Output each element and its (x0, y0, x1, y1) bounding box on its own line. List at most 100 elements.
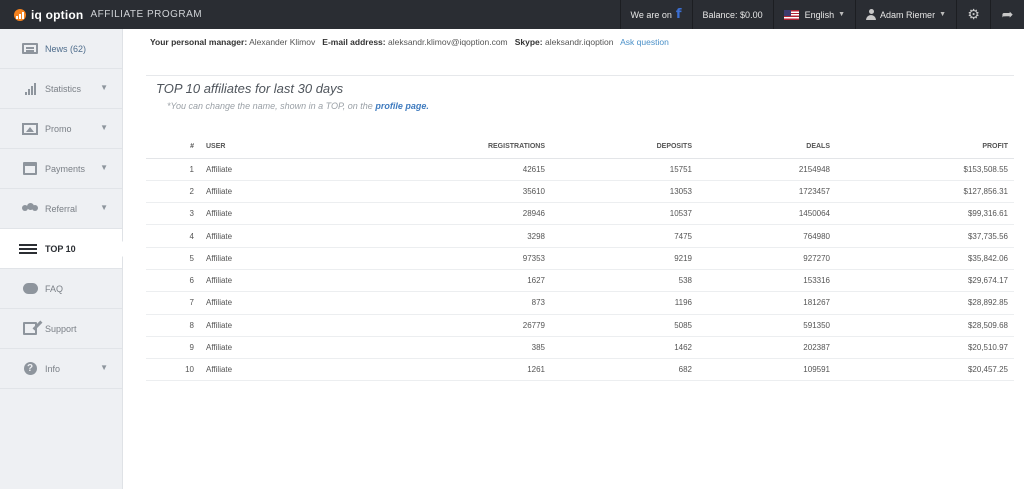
cell-deals: 181267 (692, 291, 830, 315)
logo-subtitle: AFFILIATE PROGRAM (90, 9, 203, 20)
cell-deposits: 5085 (545, 314, 692, 337)
cell-rank: 9 (146, 336, 206, 360)
cell-rank: 1 (146, 158, 206, 181)
divider (146, 75, 1014, 76)
cell-deposits: 13053 (545, 180, 692, 204)
cell-profit: $35,842.06 (830, 247, 1014, 270)
cell-registrations: 3298 (346, 224, 545, 248)
sidebar-item-label: Referral (45, 203, 78, 214)
calendar-icon (22, 162, 38, 176)
col-header-deals: DEALS (692, 136, 830, 159)
cell-user: Affiliate (206, 180, 346, 204)
gear-icon: ⚙ (967, 6, 980, 22)
cell-registrations: 385 (346, 336, 545, 360)
cell-rank: 8 (146, 314, 206, 337)
cell-registrations: 1627 (346, 269, 545, 293)
table-row: 9 Affiliate 385 1462 202387 $20,510.97 (146, 336, 1014, 360)
email-value[interactable]: aleksandr.klimov@iqoption.com (388, 37, 508, 47)
top-bar: iq option AFFILIATE PROGRAM We are on f … (0, 0, 1024, 29)
table-row: 1 Affiliate 42615 15751 2154948 $153,508.55 (146, 158, 1014, 181)
facebook-icon[interactable]: f (676, 7, 682, 22)
cell-profit: $153,508.55 (830, 158, 1014, 181)
sidebar-item-referral[interactable]: Referral ▼ (0, 189, 122, 229)
col-header-profit: PROFIT (830, 136, 1014, 159)
name-change-note: *You can change the name, shown in a TOP… (167, 101, 429, 111)
language-selector[interactable]: English ▼ (772, 0, 855, 29)
cell-deals: 764980 (692, 224, 830, 248)
sidebar-item-label: News (62) (45, 43, 87, 54)
cell-registrations: 1261 (346, 358, 545, 382)
cell-profit: $28,892.85 (830, 291, 1014, 315)
cell-registrations: 28946 (346, 202, 545, 226)
cell-deals: 2154948 (692, 158, 830, 181)
cell-deals: 927270 (692, 247, 830, 270)
list-icon (22, 242, 38, 256)
sidebar-item-statistics[interactable]: Statistics ▼ (0, 69, 122, 109)
share-button[interactable]: ➦ (990, 0, 1024, 29)
help-icon: ? (22, 362, 38, 376)
logo[interactable]: iq option AFFILIATE PROGRAM (0, 0, 202, 29)
chevron-down-icon: ▼ (100, 83, 108, 92)
we-are-on-label: We are on (630, 9, 672, 20)
bar-chart-icon (22, 82, 38, 96)
table-row: 5 Affiliate 97353 9219 927270 $35,842.06 (146, 247, 1014, 270)
balance-display: Balance: $0.00 (691, 0, 773, 29)
table-row: 3 Affiliate 28946 10537 1450064 $99,316.61 (146, 202, 1014, 226)
email-label: E-mail address: (322, 37, 386, 47)
sidebar-item-payments[interactable]: Payments ▼ (0, 149, 122, 189)
chevron-down-icon: ▼ (100, 123, 108, 132)
cell-profit: $99,316.61 (830, 202, 1014, 226)
cell-user: Affiliate (206, 224, 346, 248)
cell-user: Affiliate (206, 291, 346, 315)
table-row: 6 Affiliate 1627 538 153316 $29,674.17 (146, 269, 1014, 293)
edit-icon (22, 322, 38, 336)
sidebar-item-label: Statistics (45, 83, 82, 94)
cell-user: Affiliate (206, 202, 346, 226)
cell-profit: $20,510.97 (830, 336, 1014, 360)
note-text: *You can change the name, shown in a TOP… (167, 101, 373, 111)
cell-deals: 591350 (692, 314, 830, 337)
cell-deals: 202387 (692, 336, 830, 360)
table-row: 2 Affiliate 35610 13053 1723457 $127,856.31 (146, 180, 1014, 204)
sidebar-item-label: Promo (45, 123, 72, 134)
table-row: 10 Affiliate 1261 682 109591 $20,457.25 (146, 358, 1014, 382)
cell-registrations: 26779 (346, 314, 545, 337)
col-header-num: # (146, 136, 206, 159)
language-label: English (804, 9, 835, 20)
cell-user: Affiliate (206, 314, 346, 337)
cell-rank: 5 (146, 247, 206, 270)
sidebar-item-faq[interactable]: FAQ (0, 269, 122, 309)
share-icon: ➦ (1001, 6, 1014, 22)
sidebar-item-label: FAQ (45, 283, 64, 294)
table-row: 4 Affiliate 3298 7475 764980 $37,735.56 (146, 224, 1014, 248)
sidebar-item-top10[interactable]: TOP 10 (0, 229, 130, 269)
users-icon (22, 202, 38, 216)
sidebar-item-label: Info (45, 363, 61, 374)
cell-deposits: 538 (545, 269, 692, 293)
sidebar-item-info[interactable]: ? Info ▼ (0, 349, 122, 389)
user-menu[interactable]: Adam Riemer ▼ (855, 0, 956, 29)
social-link[interactable]: We are on f (619, 0, 692, 29)
settings-button[interactable]: ⚙ (956, 0, 990, 29)
user-icon (866, 9, 877, 20)
skype-value: aleksandr.iqoption (544, 37, 614, 47)
table-row: 7 Affiliate 873 1196 181267 $28,892.85 (146, 291, 1014, 315)
ask-question-link[interactable]: Ask question (620, 37, 669, 47)
cell-profit: $20,457.25 (830, 358, 1014, 382)
profile-page-link[interactable]: profile page. (375, 101, 429, 111)
sidebar-item-support[interactable]: Support (0, 309, 122, 349)
news-icon (22, 42, 38, 56)
manager-name: Alexander Klimov (249, 37, 316, 47)
cell-rank: 7 (146, 291, 206, 315)
cell-deals: 109591 (692, 358, 830, 382)
skype-label: Skype: (514, 37, 543, 47)
chevron-down-icon: ▼ (100, 163, 108, 172)
sidebar-item-promo[interactable]: Promo ▼ (0, 109, 122, 149)
table-header-row: # USER REGISTRATIONS DEPOSITS DEALS PROF… (146, 136, 1014, 159)
sidebar-item-label: TOP 10 (45, 243, 76, 254)
sidebar-item-news[interactable]: News (62) (0, 29, 122, 69)
cell-user: Affiliate (206, 247, 346, 270)
us-flag-icon (783, 9, 799, 20)
iq-option-logo-icon (14, 8, 26, 21)
cell-deposits: 15751 (545, 158, 692, 181)
